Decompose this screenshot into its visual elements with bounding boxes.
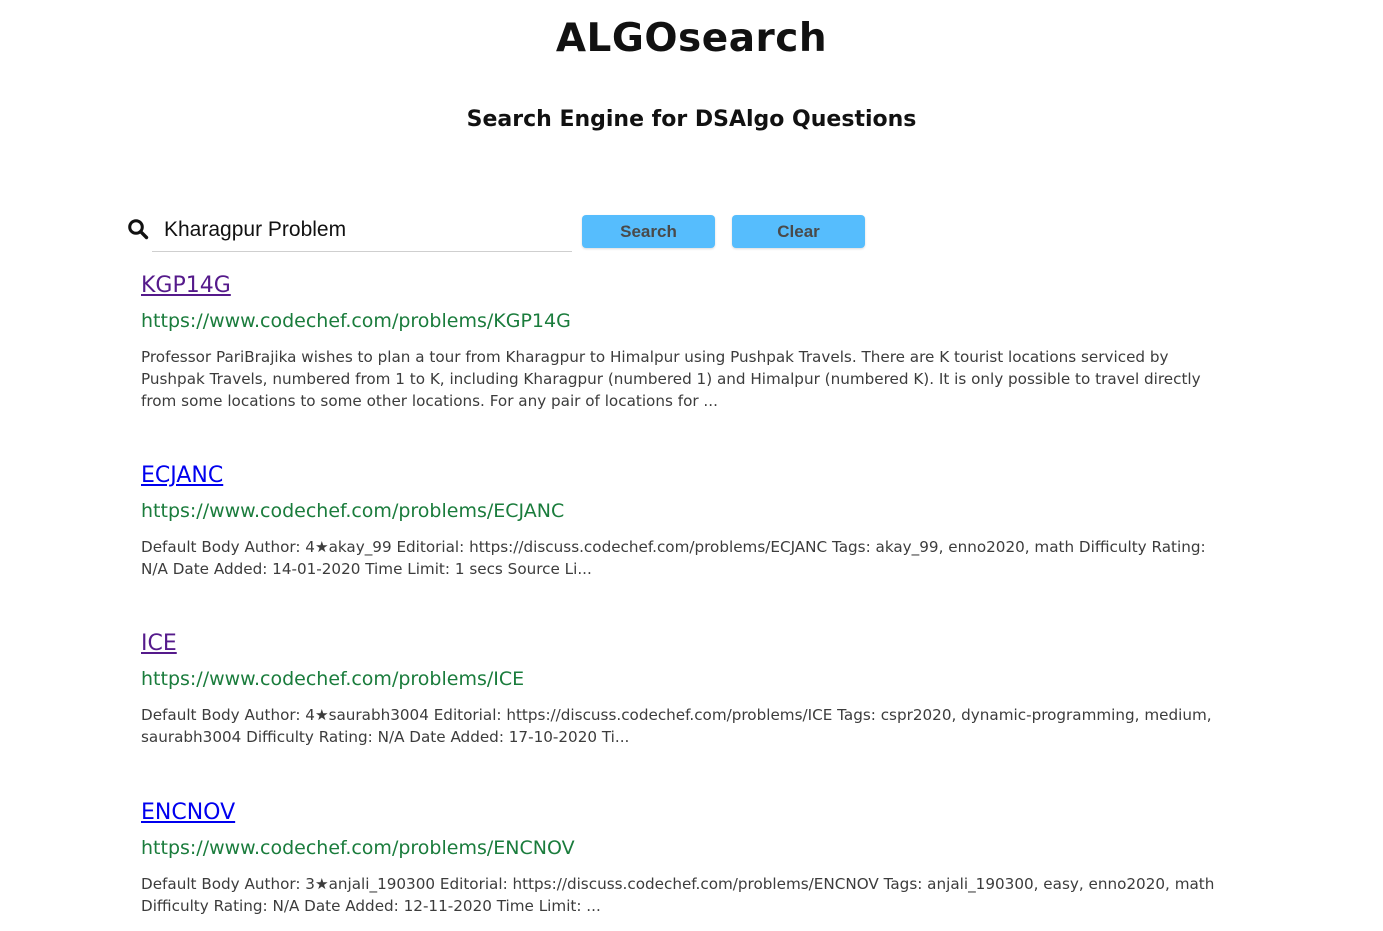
result-title-link[interactable]: ENCNOV (141, 793, 235, 833)
result-url: https://www.codechef.com/problems/KGP14G (141, 310, 571, 332)
result-item: ICE https://www.codechef.com/problems/IC… (141, 624, 1231, 793)
result-title-link[interactable]: KGP14G (141, 266, 231, 306)
search-button[interactable]: Search (582, 215, 715, 248)
search-icon (127, 218, 149, 240)
result-snippet: Default Body Author: 3★anjali_190300 Edi… (141, 875, 1215, 915)
result-snippet: Default Body Author: 4★akay_99 Editorial… (141, 538, 1206, 578)
results-list: KGP14G https://www.codechef.com/problems… (141, 266, 1231, 923)
result-item: ENCNOV https://www.codechef.com/problems… (141, 793, 1231, 923)
search-bar: Search Clear (127, 208, 887, 256)
result-url: https://www.codechef.com/problems/ICE (141, 668, 525, 690)
page: ALGOsearch Search Engine for DSAlgo Ques… (0, 0, 1383, 931)
search-input[interactable] (152, 208, 572, 252)
result-snippet: Default Body Author: 4★saurabh3004 Edito… (141, 706, 1212, 746)
result-item: ECJANC https://www.codechef.com/problems… (141, 456, 1231, 624)
result-item: KGP14G https://www.codechef.com/problems… (141, 266, 1231, 456)
result-url: https://www.codechef.com/problems/ENCNOV (141, 837, 575, 859)
result-snippet: Professor PariBrajika wishes to plan a t… (141, 348, 1201, 410)
clear-button[interactable]: Clear (732, 215, 865, 248)
result-url: https://www.codechef.com/problems/ECJANC (141, 500, 565, 522)
result-title-link[interactable]: ICE (141, 624, 177, 664)
page-subtitle: Search Engine for DSAlgo Questions (466, 107, 917, 132)
result-title-link[interactable]: ECJANC (141, 456, 223, 496)
app-title: ALGOsearch (555, 16, 828, 61)
